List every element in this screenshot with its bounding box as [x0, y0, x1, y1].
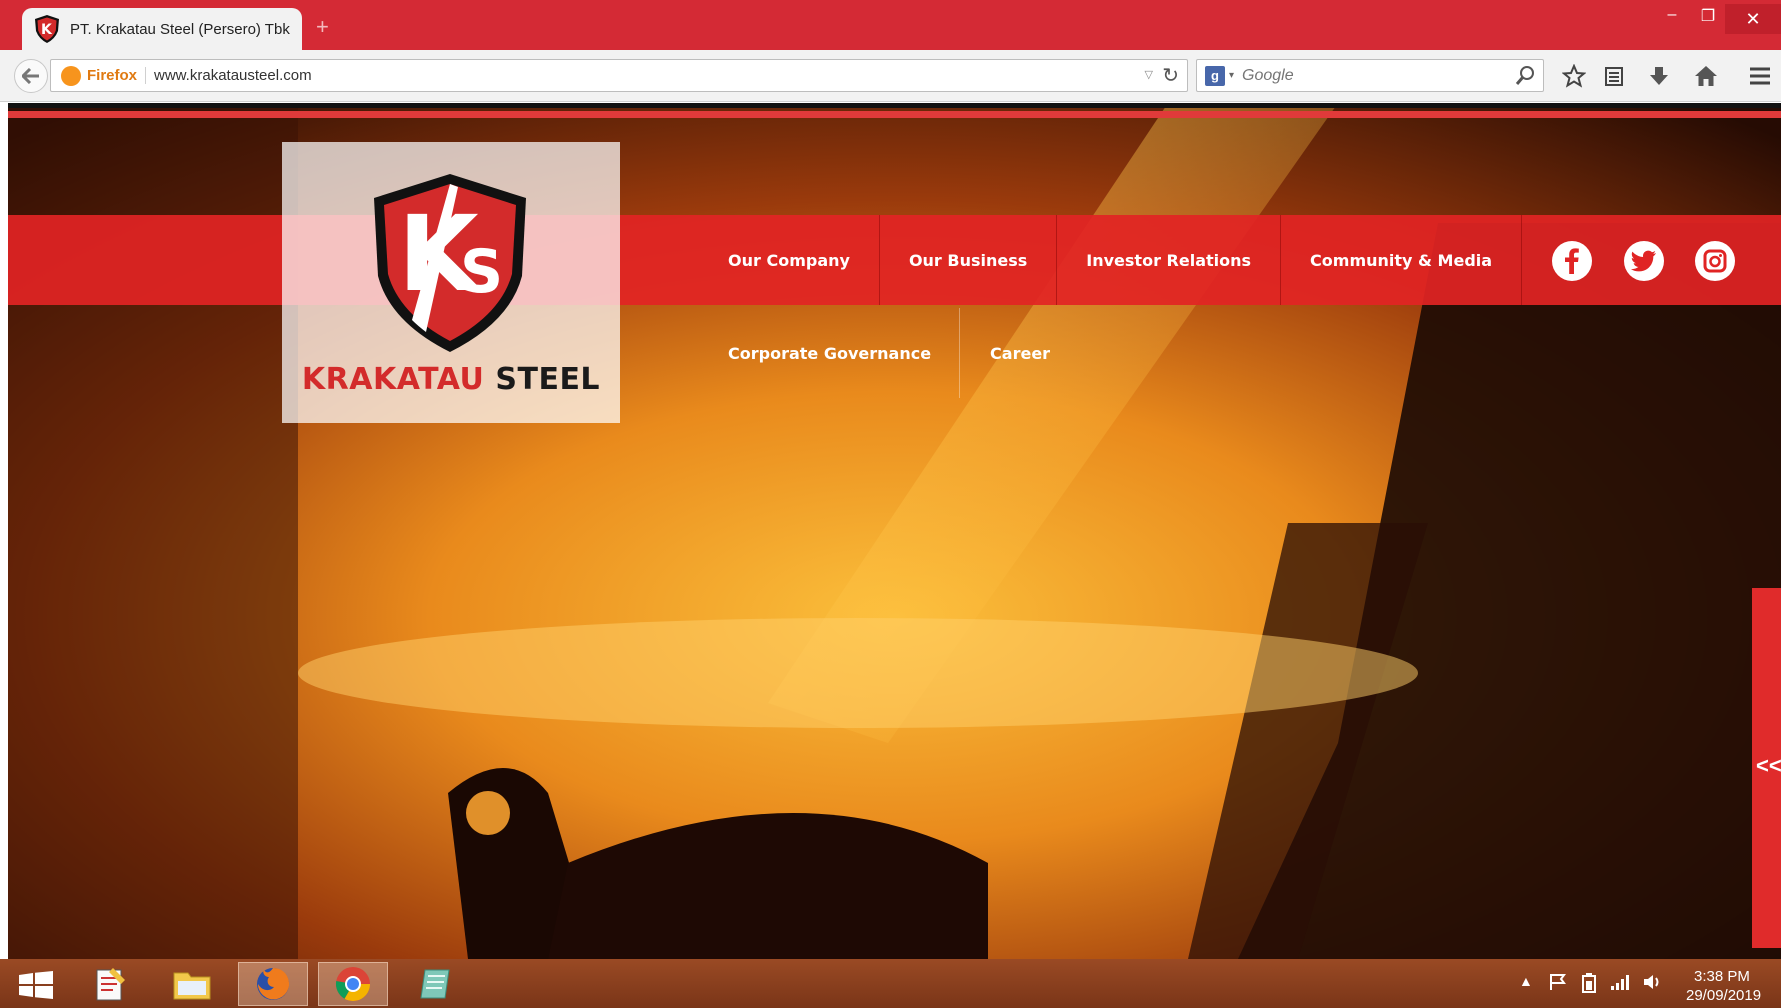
page-top-strip [8, 103, 1781, 108]
minimize-button[interactable]: – [1657, 6, 1687, 24]
page-top-red-line [8, 111, 1781, 118]
notepad-app[interactable] [75, 962, 145, 1006]
webpage-viewport: Our Company Our Business Investor Relati… [8, 103, 1781, 959]
firefox-taskbar-icon [257, 968, 290, 1000]
side-panel-arrow[interactable]: << [1756, 753, 1781, 779]
menu-icon[interactable] [1746, 62, 1774, 90]
url-text[interactable]: www.krakatausteel.com [154, 67, 312, 84]
twitter-icon[interactable] [1624, 241, 1664, 281]
windows-start-icon[interactable] [18, 971, 54, 999]
nav-corporate-governance[interactable]: Corporate Governance [698, 308, 961, 398]
home-icon[interactable] [1692, 62, 1720, 90]
main-navigation: Our Company Our Business Investor Relati… [698, 215, 1523, 305]
address-bar[interactable]: Firefox www.krakatausteel.com ▽ ↻ [50, 59, 1188, 92]
reload-icon[interactable]: ↻ [1162, 63, 1179, 88]
company-logo[interactable]: K S KRAKATAU STEEL [282, 142, 620, 423]
reading-list-icon[interactable] [1600, 62, 1628, 90]
tab-title: PT. Krakatau Steel (Persero) Tbk [70, 20, 290, 38]
logo-wordmark: KRAKATAU STEEL [282, 362, 620, 397]
logo-wordmark-dark: STEEL [495, 362, 601, 397]
krakatau-shield-logo-icon: K S [374, 174, 526, 352]
download-icon[interactable] [1645, 62, 1673, 90]
bookmark-star-icon[interactable] [1560, 62, 1588, 90]
firefox-app[interactable] [238, 962, 308, 1006]
back-arrow-icon [22, 68, 39, 84]
action-center-flag-icon[interactable] [1548, 973, 1568, 994]
windows-taskbar: ▲ 3:38 PM 29/09/2019 [0, 959, 1781, 1008]
browser-toolbar: Firefox www.krakatausteel.com ▽ ↻ g ▾ [0, 50, 1781, 102]
krakatau-favicon-icon: K [35, 15, 59, 43]
clock-time[interactable]: 3:38 PM [1694, 968, 1750, 985]
nav-career[interactable]: Career [960, 308, 1078, 398]
file-explorer-app[interactable] [157, 962, 227, 1006]
network-signal-icon[interactable] [1610, 973, 1630, 994]
nav-investor-relations[interactable]: Investor Relations [1057, 215, 1282, 305]
dropdown-arrow-icon[interactable]: ▽ [1145, 68, 1153, 81]
chrome-app[interactable] [318, 962, 388, 1006]
search-magnifier-icon[interactable] [1515, 65, 1535, 87]
search-bar[interactable]: g ▾ [1196, 59, 1544, 92]
instagram-icon[interactable] [1695, 241, 1735, 281]
new-tab-button[interactable]: + [316, 14, 329, 40]
search-engine-dropdown-icon[interactable]: ▾ [1229, 70, 1234, 81]
battery-icon[interactable] [1580, 973, 1598, 996]
notes-icon [420, 969, 450, 999]
search-input[interactable] [1242, 66, 1513, 85]
firefox-icon [61, 65, 81, 86]
notes-app[interactable] [400, 962, 470, 1006]
maximize-button[interactable]: ❐ [1693, 6, 1723, 26]
back-button[interactable] [14, 59, 48, 93]
facebook-icon[interactable] [1552, 241, 1592, 281]
identity-label: Firefox [87, 67, 147, 84]
svg-text:S: S [460, 237, 503, 307]
clock-date[interactable]: 29/09/2019 [1686, 987, 1761, 1004]
browser-tab-active[interactable]: K PT. Krakatau Steel (Persero) Tbk [22, 8, 302, 50]
close-button[interactable]: ✕ [1725, 4, 1781, 34]
nav-community-media[interactable]: Community & Media [1281, 215, 1523, 305]
svg-text:K: K [41, 22, 53, 38]
nav-our-company[interactable]: Our Company [698, 215, 880, 305]
folder-icon [173, 972, 211, 1000]
browser-titlebar: K PT. Krakatau Steel (Persero) Tbk + – ❐… [0, 0, 1781, 50]
logo-wordmark-red: KRAKATAU [301, 362, 485, 397]
google-search-engine-icon[interactable]: g [1205, 65, 1225, 86]
secondary-navigation: Corporate Governance Career [698, 308, 1078, 398]
volume-icon[interactable] [1642, 973, 1662, 994]
tray-overflow-arrow[interactable]: ▲ [1519, 973, 1533, 989]
nav-our-business[interactable]: Our Business [880, 215, 1058, 305]
notepad-icon [96, 968, 125, 1001]
chrome-icon [335, 967, 370, 1001]
